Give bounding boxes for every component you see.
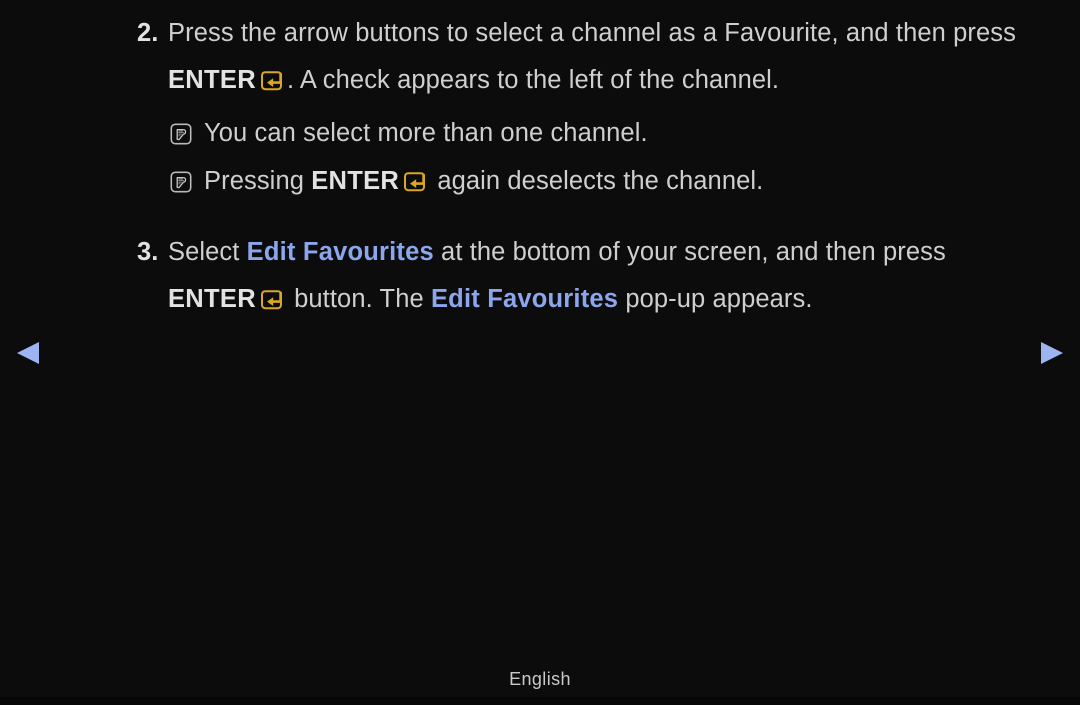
note-item-1: You can select more than one channel. xyxy=(0,110,1080,157)
step-3-line-1-lead: Select xyxy=(168,238,247,266)
note-icon xyxy=(170,123,192,145)
enter-keyword: ENTER xyxy=(168,66,256,94)
note-2-prefix: Pressing xyxy=(204,167,312,195)
step-3-line-2-tail: pop-up appears. xyxy=(618,285,813,313)
triangle-left-icon[interactable] xyxy=(14,337,46,369)
note-2-suffix: again deselects the channel. xyxy=(430,167,764,195)
step-3-line-2-mid: button. The xyxy=(286,285,431,313)
e-manual-page: 2. Press the arrow buttons to select a c… xyxy=(0,0,1080,705)
language-label: English xyxy=(509,669,571,689)
step-item-3: 3. Select Edit Favourites at the bottom … xyxy=(0,229,1080,323)
note-1-text: You can select more than one channel. xyxy=(204,119,648,147)
edit-favourites-label[interactable]: Edit Favourites xyxy=(431,285,618,313)
triangle-right-icon[interactable] xyxy=(1034,337,1066,369)
step-number: 3. xyxy=(137,238,159,266)
edit-favourites-label[interactable]: Edit Favourites xyxy=(247,238,434,266)
enter-key-icon xyxy=(260,290,285,310)
step-3-line-1-tail: at the bottom of your screen, and then p… xyxy=(433,238,946,266)
step-2-line-2-tail: . A check appears to the left of the cha… xyxy=(286,66,780,94)
enter-keyword: ENTER xyxy=(168,285,256,313)
step-number: 2. xyxy=(137,19,159,47)
enter-key-icon xyxy=(260,71,285,91)
step-2-line-1: Press the arrow buttons to select a chan… xyxy=(168,19,1016,47)
enter-key-icon xyxy=(404,172,428,192)
instruction-content: 2. Press the arrow buttons to select a c… xyxy=(0,0,1080,329)
note-item-2: Pressing ENTER again deselects the chann… xyxy=(0,158,1080,205)
step-item-2: 2. Press the arrow buttons to select a c… xyxy=(0,10,1080,104)
enter-keyword: ENTER xyxy=(311,167,400,195)
note-icon xyxy=(170,171,192,193)
